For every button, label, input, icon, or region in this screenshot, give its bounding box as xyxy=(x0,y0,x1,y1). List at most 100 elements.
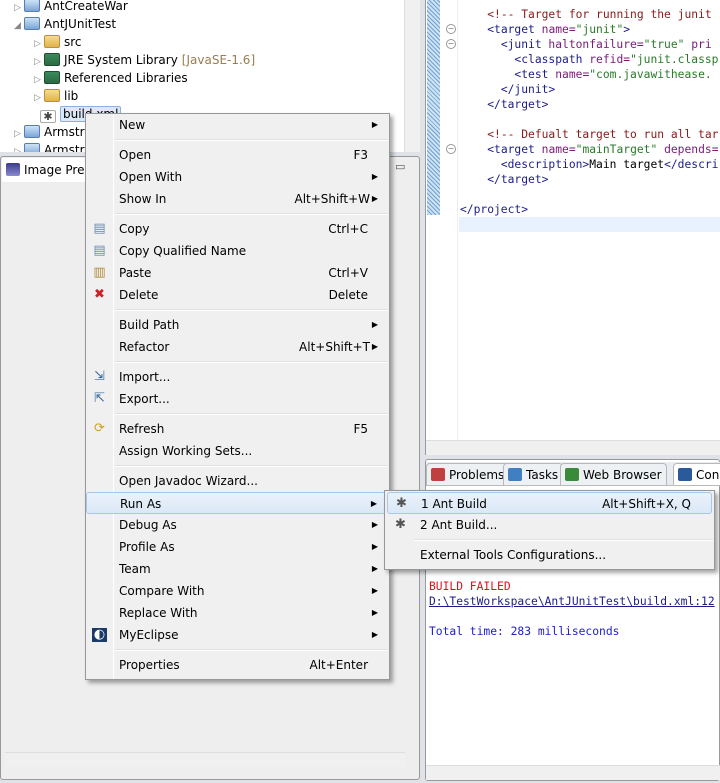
ant-file-icon: ✱ xyxy=(40,110,56,123)
console-icon xyxy=(678,468,692,481)
code-token-tag: </junit> xyxy=(500,83,556,96)
menu-item-copy[interactable]: ▤ Copy Ctrl+C xyxy=(86,218,388,240)
menu-item-copy-qualified-name[interactable]: ▤ Copy Qualified Name xyxy=(86,240,388,262)
ant-icon: ✱ xyxy=(396,496,407,511)
submenu-arrow-icon: ▶ xyxy=(371,320,378,329)
tab-console[interactable]: Console xyxy=(673,463,720,485)
menu-item-assign-working-sets[interactable]: Assign Working Sets... xyxy=(86,440,388,462)
menu-item-build-path[interactable]: Build Path ▶ xyxy=(86,314,388,336)
menu-item-open[interactable]: Open F3 xyxy=(86,144,388,166)
menu-item-paste[interactable]: ▥ Paste Ctrl+V xyxy=(86,262,388,284)
menu-item-external-tools-configurations[interactable]: External Tools Configurations... xyxy=(387,544,712,566)
menu-item-open-with[interactable]: Open With ▶ xyxy=(86,166,388,188)
code-line: </junit> xyxy=(460,82,555,97)
error-location-link[interactable]: D:\TestWorkspace\AntJUnitTest\build.xml:… xyxy=(429,594,715,609)
tree-item-label: lib xyxy=(64,89,79,103)
submenu-arrow-icon: ▶ xyxy=(371,172,378,181)
console-hscrollbar[interactable] xyxy=(426,765,720,780)
menu-item-label: Paste xyxy=(119,266,152,280)
tree-item-label: AntJUnitTest xyxy=(44,17,117,31)
menu-item-properties[interactable]: Properties Alt+Enter xyxy=(86,654,388,676)
menu-item-shortcut: F5 xyxy=(353,422,368,436)
menu-item-compare-with[interactable]: Compare With ▶ xyxy=(86,580,388,602)
menu-item-label: External Tools Configurations... xyxy=(420,548,607,562)
menu-item-run-as[interactable]: Run As ▶ xyxy=(86,492,388,514)
code-token-tag: </target> xyxy=(487,173,549,186)
menu-item-show-in[interactable]: Show In Alt+Shift+W ▶ xyxy=(86,188,388,210)
menu-item-label: Properties xyxy=(119,658,180,672)
maximize-view-icon[interactable]: ▭ xyxy=(395,160,405,173)
menu-item-refactor[interactable]: Refactor Alt+Shift+T ▶ xyxy=(86,336,388,358)
menu-separator xyxy=(115,361,388,363)
tab-tasks[interactable]: Tasks xyxy=(503,463,564,485)
code-line: <junit haltonfailure="true" pri xyxy=(460,37,712,52)
code-token-tag: </descri xyxy=(664,158,719,171)
import-icon: ⇲ xyxy=(94,369,105,384)
problems-icon xyxy=(431,468,445,481)
menu-item-delete[interactable]: ✖ Delete Delete xyxy=(86,284,388,306)
expanded-arrow-icon[interactable]: ◢ xyxy=(14,17,24,35)
menu-item-open-javadoc-wizard[interactable]: Open Javadoc Wizard... xyxy=(86,470,388,492)
menu-item-import[interactable]: ⇲ Import... xyxy=(86,366,388,388)
submenu-arrow-icon: ▶ xyxy=(371,120,378,129)
fold-collapse-icon[interactable]: − xyxy=(446,144,456,154)
menu-item-refresh[interactable]: ⟳ Refresh F5 xyxy=(86,418,388,440)
explorer-scrollbar[interactable] xyxy=(404,0,420,152)
menu-separator xyxy=(115,465,388,467)
menu-separator xyxy=(115,649,388,651)
submenu-arrow-icon: ▶ xyxy=(371,194,378,203)
tab-web-browser[interactable]: Web Browser xyxy=(560,463,667,485)
copy-icon: ▤ xyxy=(93,221,106,236)
menu-item-shortcut: F3 xyxy=(353,148,368,162)
code-token-tag: <description> xyxy=(500,158,590,171)
tree-item[interactable]: ▷ AntCreateWar xyxy=(14,0,128,15)
code-token-comment: <!-- Defualt target to run all tar xyxy=(487,128,719,141)
tasks-icon xyxy=(508,468,522,481)
tree-item[interactable]: ▷ Referenced Libraries xyxy=(34,69,188,87)
copy-qualified-icon: ▤ xyxy=(93,243,106,258)
submenu-arrow-icon: ▶ xyxy=(370,499,377,508)
delete-icon: ✖ xyxy=(94,287,105,302)
menu-item-2-ant-build[interactable]: ✱ 2 Ant Build... xyxy=(387,514,712,536)
fold-collapse-icon[interactable]: − xyxy=(446,24,456,34)
menu-item-myeclipse[interactable]: ◐ MyEclipse ▶ xyxy=(86,624,388,646)
tree-item[interactable]: ◢ AntJUnitTest xyxy=(14,15,116,33)
editor-change-ruler xyxy=(427,0,440,215)
submenu-arrow-icon: ▶ xyxy=(371,586,378,595)
menu-item-replace-with[interactable]: Replace With ▶ xyxy=(86,602,388,624)
tree-item[interactable]: ▷ src xyxy=(34,33,82,51)
collapsed-arrow-icon[interactable]: ▷ xyxy=(14,143,24,152)
tree-item-decoration: [JavaSE-1.6] xyxy=(181,53,256,67)
menu-separator xyxy=(115,139,388,141)
fold-collapse-icon[interactable]: − xyxy=(446,39,456,49)
project-icon xyxy=(24,125,40,138)
image-preview-hscrollbar[interactable] xyxy=(5,752,405,767)
tab-label: Web Browser xyxy=(583,468,662,482)
menu-item-label: New xyxy=(119,118,146,132)
menu-item-1-ant-build[interactable]: ✱ 1 Ant Build Alt+Shift+X, Q xyxy=(387,492,712,514)
menu-item-export[interactable]: ⇱ Export... xyxy=(86,388,388,410)
code-token-text: Main target xyxy=(589,158,665,171)
menu-item-team[interactable]: Team ▶ xyxy=(86,558,388,580)
tree-item[interactable]: ▷ lib xyxy=(34,87,78,105)
tree-item-label: Referenced Libraries xyxy=(64,71,188,85)
menu-item-new[interactable]: New ▶ xyxy=(86,114,388,136)
code-token-attr: name= xyxy=(541,143,576,156)
code-token-attr: name= xyxy=(541,23,576,36)
menu-item-debug-as[interactable]: Debug As ▶ xyxy=(86,514,388,536)
menu-item-profile-as[interactable]: Profile As ▶ xyxy=(86,536,388,558)
tree-item[interactable]: ▷ JRE System Library [JavaSE-1.6] xyxy=(34,51,255,69)
menu-item-label: Delete xyxy=(119,288,159,302)
refresh-icon: ⟳ xyxy=(94,421,105,436)
code-line: </project> xyxy=(460,202,528,217)
code-line: <description>Main target</descri xyxy=(460,157,719,172)
tab-problems[interactable]: Problems xyxy=(426,463,510,485)
menu-item-label: Export... xyxy=(119,392,170,406)
editor-hscrollbar[interactable] xyxy=(426,440,720,455)
paste-icon: ▥ xyxy=(93,265,106,280)
